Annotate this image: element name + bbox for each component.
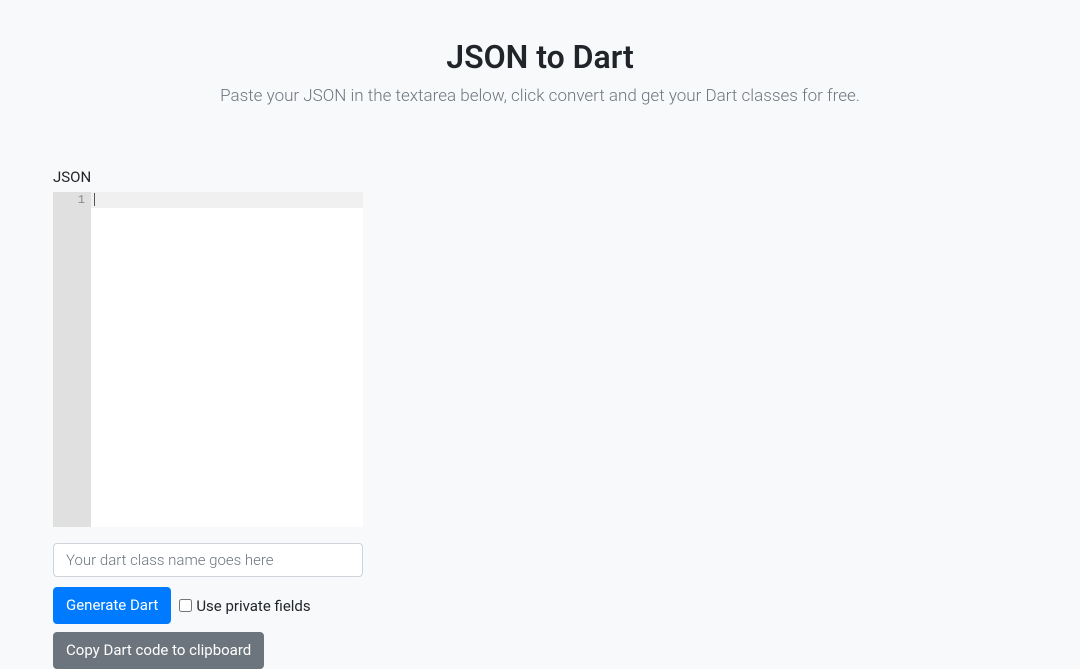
editor-cursor: [94, 193, 95, 206]
page-subtitle: Paste your JSON in the textarea below, c…: [0, 86, 1080, 106]
classname-input[interactable]: [53, 543, 363, 577]
private-fields-checkbox[interactable]: [179, 599, 192, 612]
editor-gutter: 1: [53, 192, 91, 527]
json-editor[interactable]: 1: [53, 192, 363, 527]
active-line-highlight: [91, 192, 363, 208]
private-fields-option[interactable]: Use private fields: [179, 597, 310, 615]
controls-row: Generate Dart Use private fields: [53, 587, 1027, 624]
page-title: JSON to Dart: [0, 38, 1080, 76]
private-fields-label: Use private fields: [196, 597, 310, 615]
page-header: JSON to Dart Paste your JSON in the text…: [0, 0, 1080, 106]
editor-body[interactable]: [91, 192, 363, 527]
main-content: JSON 1 Generate Dart Use private fields …: [0, 168, 1080, 669]
copy-dart-button[interactable]: Copy Dart code to clipboard: [53, 632, 264, 669]
line-number: 1: [53, 192, 85, 208]
generate-dart-button[interactable]: Generate Dart: [53, 587, 171, 624]
json-input-label: JSON: [53, 168, 1027, 186]
